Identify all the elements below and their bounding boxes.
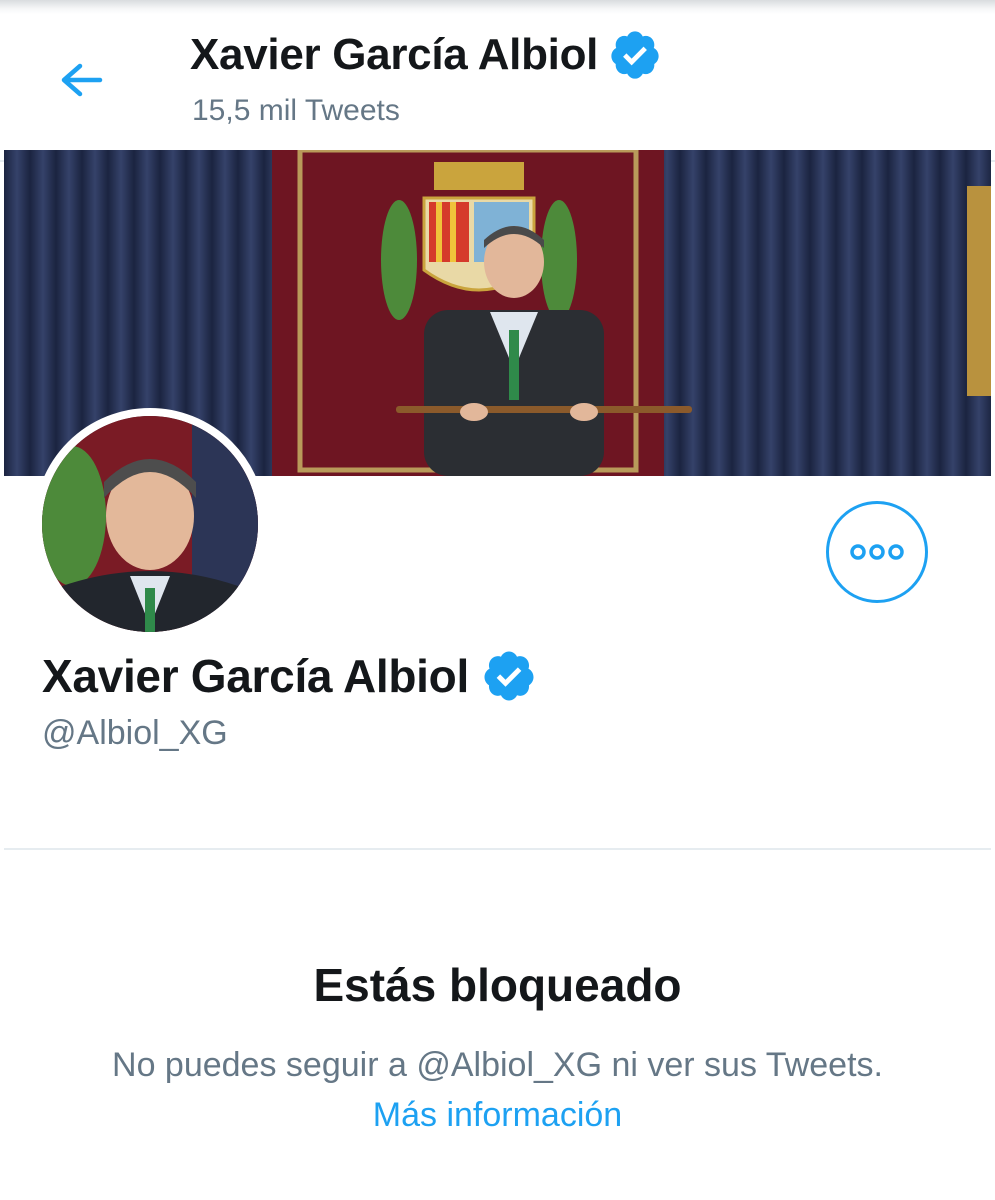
profile-name: Xavier García Albiol [42,650,469,702]
header-title-row: Xavier García Albiol [190,28,662,82]
more-info-link[interactable]: Más información [0,1096,995,1135]
profile-header: Xavier García Albiol 15,5 mil Tweets [0,14,995,162]
more-options-button[interactable] [826,501,928,603]
blocked-title: Estás bloqueado [313,959,682,1011]
verified-badge-icon [611,31,659,79]
status-shadow [0,0,995,14]
profile-page: Xavier García Albiol 15,5 mil Tweets Xav… [0,0,995,1200]
more-options-icon [850,544,904,560]
profile-name-row: Xavier García Albiol [42,648,537,704]
arrow-left-icon [61,63,103,97]
back-button[interactable] [52,58,108,102]
avatar[interactable] [34,408,266,640]
verified-badge-icon [484,651,534,701]
blocked-message: No puedes seguir a @Albiol_XG ni ver sus… [112,1046,883,1084]
avatar-image [42,416,258,632]
section-divider [4,848,991,850]
tweet-count: 15,5 mil Tweets [192,94,400,127]
header-title: Xavier García Albiol [190,30,599,79]
profile-handle: @Albiol_XG [42,714,228,752]
